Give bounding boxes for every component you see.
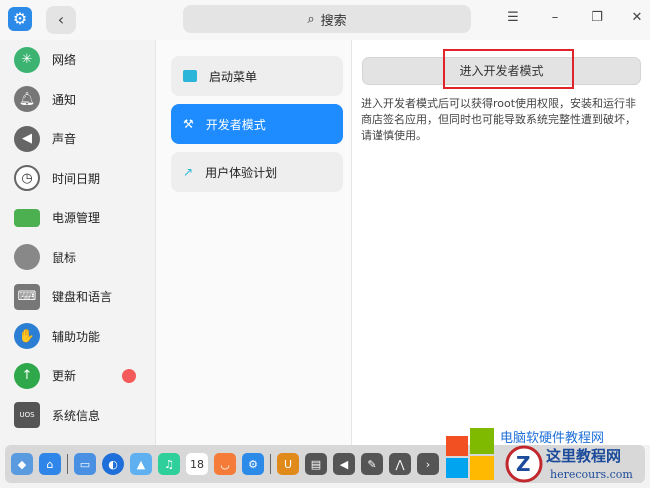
- menu-item-boot-menu[interactable]: 启动菜单: [171, 56, 343, 96]
- search-icon: ⌕: [307, 11, 315, 27]
- sidebar-item-label: 更新: [52, 369, 77, 384]
- dock-separator: [270, 454, 271, 474]
- browser-icon[interactable]: ◐: [102, 453, 124, 475]
- menu-item-user-experience[interactable]: ↗ 用户体验计划: [171, 152, 343, 192]
- sidebar-item-label: 网络: [52, 53, 77, 68]
- sidebar-item-system-info[interactable]: UOS 系统信息: [0, 396, 155, 436]
- sidebar-item-label: 键盘和语言: [52, 290, 113, 305]
- network-tray-icon[interactable]: ⋀: [389, 453, 411, 475]
- menu-item-label: 用户体验计划: [205, 165, 278, 180]
- update-icon: ↑: [14, 362, 40, 389]
- accessibility-icon: ✋: [14, 323, 40, 350]
- sub-menu: 启动菜单 ⚒ 开发者模式 ↗ 用户体验计划: [155, 40, 351, 445]
- sidebar-item-keyboard[interactable]: ⌨ 键盘和语言: [0, 277, 155, 317]
- sidebar-item-mouse[interactable]: 鼠标: [0, 238, 155, 278]
- sidebar-item-label: 鼠标: [52, 250, 77, 265]
- search-placeholder: 搜索: [320, 13, 347, 29]
- highlight-box: [443, 49, 574, 89]
- sidebar-item-notification[interactable]: 🔔︎ 通知: [0, 80, 155, 120]
- boot-menu-icon: [183, 70, 197, 82]
- menu-item-label: 开发者模式: [205, 117, 266, 132]
- tools-icon: ⚒: [183, 117, 194, 131]
- settings-dock-icon[interactable]: ⚙: [242, 453, 264, 475]
- sidebar-item-label: 系统信息: [52, 408, 101, 423]
- developer-mode-description: 进入开发者模式后可以获得root使用权限，安装和运行非商店签名应用，但同时也可能…: [361, 97, 637, 142]
- svg-text:herecours.com: herecours.com: [550, 468, 633, 481]
- volume-tray-icon[interactable]: ◀: [333, 453, 355, 475]
- calendar-icon[interactable]: 18: [186, 453, 208, 475]
- menu-item-developer-mode[interactable]: ⚒ 开发者模式: [171, 104, 343, 144]
- sidebar-item-update[interactable]: ↑ 更新: [0, 356, 155, 396]
- keyboard-tray-icon[interactable]: ▤: [305, 453, 327, 475]
- sidebar: ✳ 网络 🔔︎ 通知 ◀ 声音 ◷ 时间日期 电源管理 鼠标 ⌨ 键盘和语言 ✋ 辅助功能 …: [0, 40, 155, 445]
- file-manager-icon[interactable]: ▭: [74, 453, 96, 475]
- svg-text:电脑软硬件教程网: 电脑软硬件教程网: [500, 430, 604, 446]
- update-badge: [122, 368, 136, 383]
- launcher-icon[interactable]: ◆: [11, 453, 33, 475]
- mouse-icon: [14, 244, 40, 271]
- maximize-button[interactable]: ❐: [587, 10, 607, 25]
- developer-mode-panel: 进入开发者模式 进入开发者模式后可以获得root使用权限，安装和运行非商店签名应…: [351, 40, 650, 445]
- system-info-icon: UOS: [14, 402, 40, 429]
- music-icon[interactable]: ♫: [158, 453, 180, 475]
- image-viewer-icon[interactable]: ▲: [130, 453, 152, 475]
- app-store-icon[interactable]: ◡: [214, 453, 236, 475]
- search-input[interactable]: ⌕ 搜索: [183, 5, 471, 33]
- speaker-icon: ◀: [14, 125, 40, 152]
- sidebar-item-datetime[interactable]: ◷ 时间日期: [0, 159, 155, 199]
- keyboard-icon: ⌨: [14, 283, 40, 310]
- sidebar-item-power[interactable]: 电源管理: [0, 198, 155, 238]
- home-icon[interactable]: ⌂: [39, 453, 61, 475]
- settings-app-icon: ⚙: [8, 7, 32, 31]
- menu-item-label: 启动菜单: [209, 69, 258, 84]
- bell-icon: 🔔︎: [14, 86, 40, 113]
- minimize-button[interactable]: –: [545, 10, 565, 25]
- sidebar-item-label: 声音: [52, 132, 77, 147]
- sidebar-item-network[interactable]: ✳ 网络: [0, 40, 155, 80]
- sidebar-item-label: 辅助功能: [52, 329, 101, 344]
- sidebar-item-label: 通知: [52, 92, 77, 107]
- dock-separator: [67, 454, 68, 474]
- titlebar: ⚙ ‹ ⌕ 搜索 ☰ – ❐ ✕: [0, 0, 650, 40]
- back-button[interactable]: ‹: [46, 6, 76, 34]
- expand-tray-icon[interactable]: ›: [417, 453, 439, 475]
- network-icon: ✳: [14, 46, 40, 73]
- clock-icon: ◷: [14, 165, 40, 192]
- pen-tray-icon[interactable]: ✎: [361, 453, 383, 475]
- trend-icon: ↗: [183, 165, 194, 179]
- sidebar-item-label: 时间日期: [52, 171, 101, 186]
- svg-text:Z: Z: [516, 452, 531, 476]
- sidebar-item-accessibility[interactable]: ✋ 辅助功能: [0, 317, 155, 357]
- svg-text:这里教程网: 这里教程网: [546, 447, 621, 465]
- watermark-logo: 电脑软硬件教程网 Z 这里教程网 herecours.com: [446, 428, 650, 485]
- sidebar-item-sound[interactable]: ◀ 声音: [0, 119, 155, 159]
- menu-button[interactable]: ☰: [503, 10, 523, 25]
- close-button[interactable]: ✕: [627, 10, 647, 25]
- battery-icon: [14, 208, 40, 227]
- usb-icon[interactable]: U: [277, 453, 299, 475]
- sidebar-item-label: 电源管理: [52, 211, 101, 226]
